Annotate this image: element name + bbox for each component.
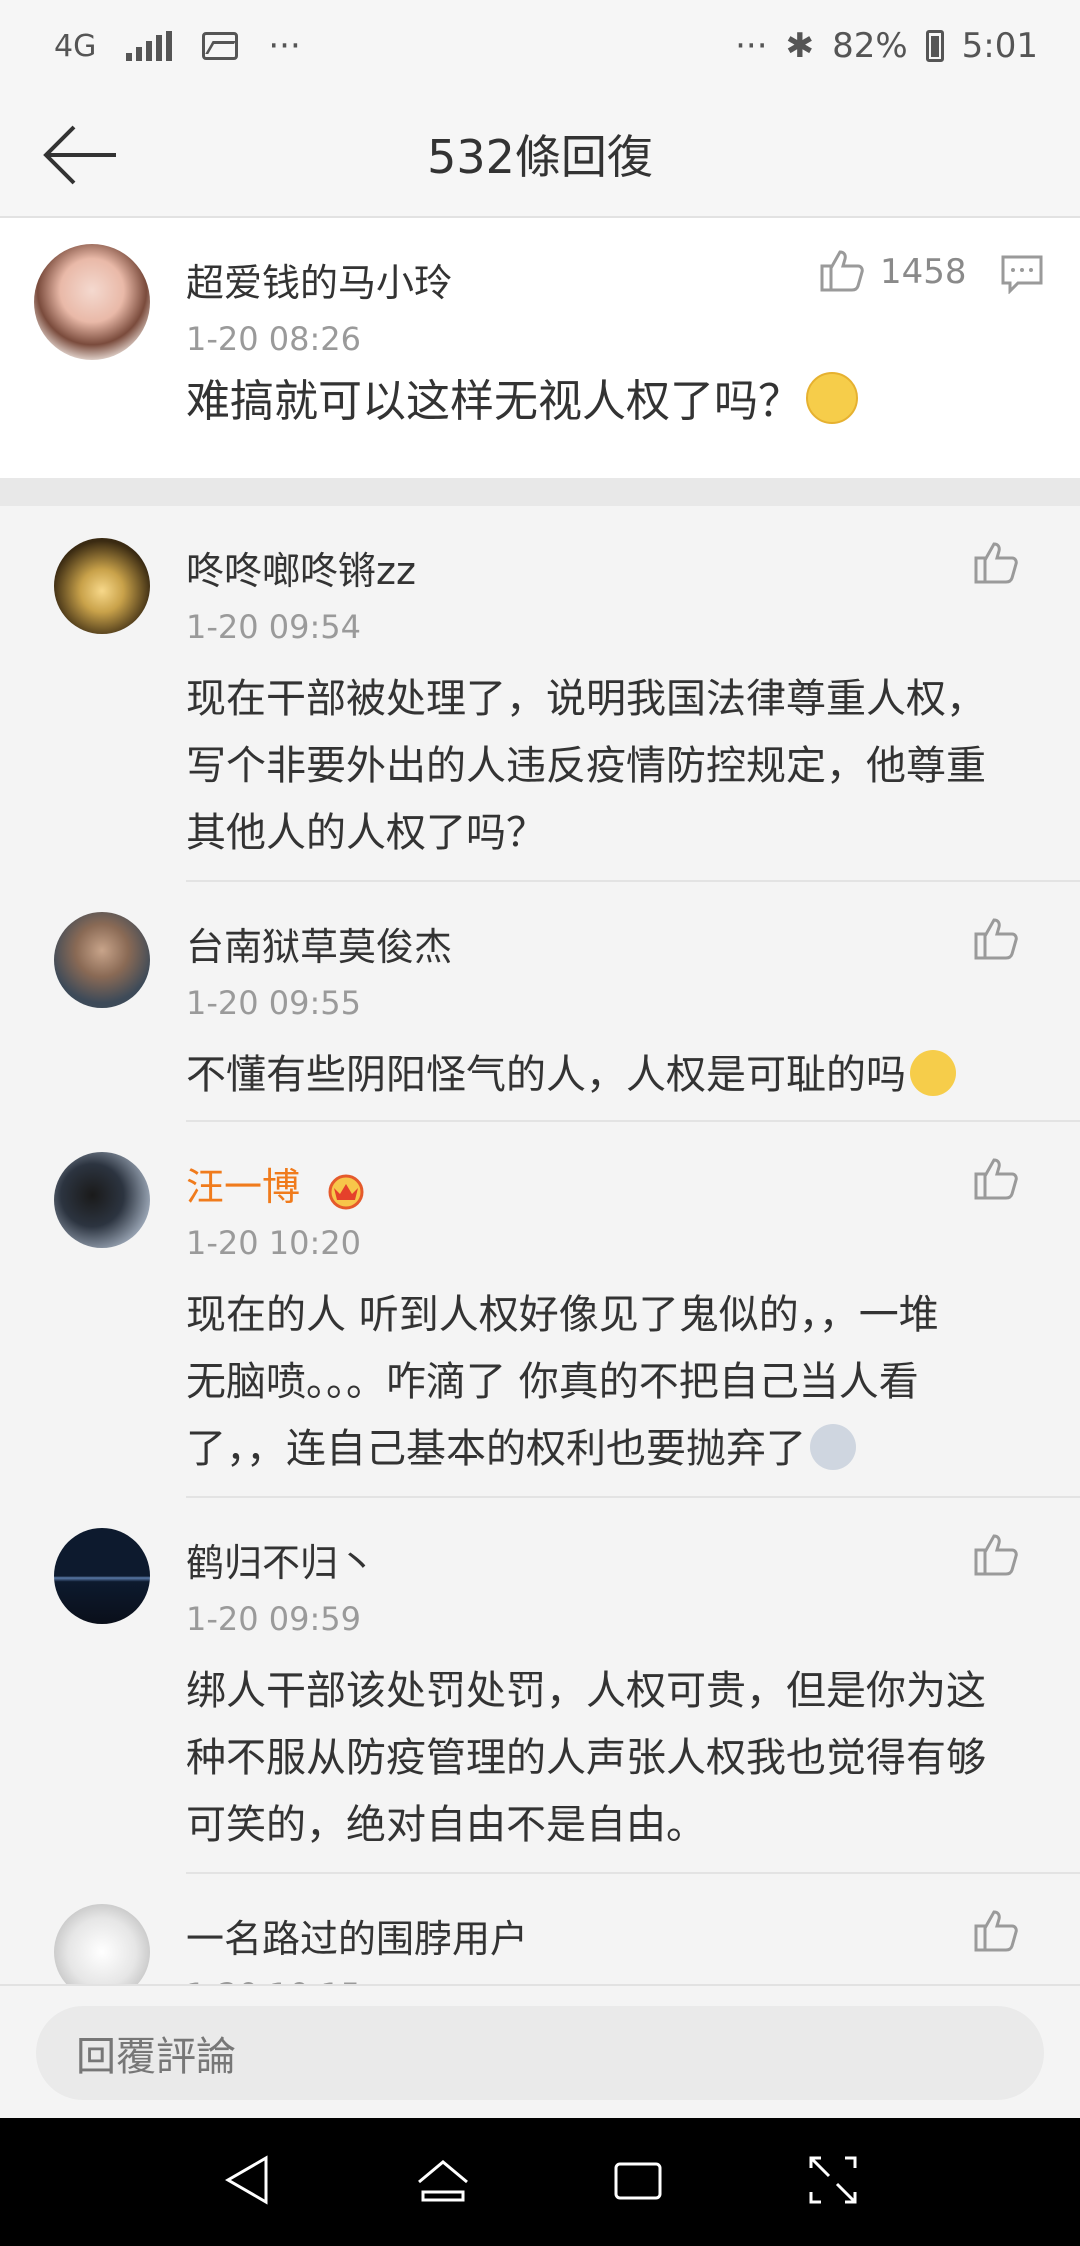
avatar[interactable]	[34, 244, 150, 360]
status-bar: 4G ··· ··· ✱ 82% 5:01	[0, 0, 1080, 92]
back-button[interactable]	[40, 120, 120, 190]
avatar[interactable]	[54, 538, 150, 634]
user-name[interactable]: 台南狱草莫俊杰	[186, 916, 452, 971]
user-name[interactable]: 鹤归不归丶	[186, 1532, 376, 1587]
avatar[interactable]	[54, 1904, 150, 1984]
reply-input[interactable]: 回覆評論	[36, 2006, 1044, 2100]
reply-bar: 回覆評論	[0, 1984, 1080, 2118]
nav-back-button[interactable]	[220, 2152, 276, 2212]
list-item: 一名路过的围脖用户 1-20 10:15	[0, 1874, 1080, 1984]
arrow-left-icon	[43, 125, 116, 185]
user-name[interactable]: 汪一博	[186, 1156, 368, 1211]
signal-icon	[126, 31, 173, 61]
user-name[interactable]: 咚咚啷咚锵zz	[186, 540, 416, 595]
expand-icon	[809, 2156, 856, 2204]
comment-time: 1-20 08:26	[186, 320, 362, 358]
thumbs-up-icon[interactable]	[972, 1154, 1020, 1202]
like-count: 1458	[880, 252, 967, 292]
avatar[interactable]	[54, 912, 150, 1008]
comment-time: 1-20 10:15	[186, 1976, 361, 1984]
home-icon	[417, 2160, 468, 2202]
avatar[interactable]	[54, 1152, 150, 1248]
bluetooth-icon: ✱	[785, 26, 815, 66]
battery-icon	[925, 30, 944, 62]
comment-icon[interactable]	[1000, 254, 1044, 295]
battery-percent: 82%	[832, 26, 908, 66]
comment-text: 不懂有些阴阳怪气的人，人权是可耻的吗	[186, 1042, 956, 1109]
comment-text: 绑人干部该处罚处罚，人权可贵，但是你为这 种不服从防疫管理的人声张人权我也觉得有…	[186, 1668, 986, 1848]
thumbs-up-icon[interactable]	[972, 914, 1020, 962]
page-title: 532條回復	[427, 130, 653, 184]
thumbs-up-icon[interactable]	[818, 246, 866, 294]
thumbs-up-icon[interactable]	[972, 1530, 1020, 1578]
comment-time: 1-20 09:59	[186, 1600, 362, 1638]
network-icon: 4G	[54, 28, 97, 64]
vip-crown-icon	[328, 1174, 364, 1209]
more-status-icon: ···	[735, 26, 768, 66]
section-divider	[0, 478, 1080, 506]
comment-time: 1-20 09:55	[186, 984, 362, 1022]
smirk-emoji	[910, 1050, 956, 1096]
nav-recents-button[interactable]	[610, 2152, 666, 2212]
crazy-face-emoji	[810, 1424, 856, 1470]
image-notification-icon	[202, 32, 239, 60]
user-name[interactable]: 一名路过的围脖用户	[186, 1908, 528, 1963]
avatar[interactable]	[54, 1528, 150, 1624]
thumbs-up-icon[interactable]	[972, 1906, 1020, 1954]
header: 532條回復	[0, 92, 1080, 218]
clock: 5:01	[961, 26, 1038, 66]
list-item: 咚咚啷咚锵zz 1-20 09:54 现在干部被处理了，说明我国法律尊重人权， …	[0, 506, 1080, 882]
list-item: 鹤归不归丶 1-20 09:59 绑人干部该处罚处罚，人权可贵，但是你为这 种不…	[0, 1498, 1080, 1874]
dizzy-face-emoji	[806, 372, 858, 424]
main-comment: 超爱钱的马小玲 1-20 08:26 1458 难搞就可以这样无视人权了吗？	[0, 218, 1080, 478]
triangle-back-icon	[224, 2155, 267, 2205]
thumbs-up-icon[interactable]	[972, 538, 1020, 586]
list-item: 台南狱草莫俊杰 1-20 09:55 不懂有些阴阳怪气的人，人权是可耻的吗	[0, 882, 1080, 1122]
comment-text: 现在的人 听到人权好像见了鬼似的，，一堆 无脑喷。。。咋滴了 你真的不把自己当人…	[186, 1292, 939, 1472]
more-notifications-icon: ···	[268, 26, 301, 66]
user-name[interactable]: 超爱钱的马小玲	[186, 252, 452, 307]
comment-time: 1-20 09:54	[186, 608, 362, 646]
recents-icon	[614, 2162, 661, 2200]
comment-time: 1-20 10:20	[186, 1224, 362, 1262]
nav-expand-button[interactable]	[805, 2152, 861, 2212]
nav-home-button[interactable]	[415, 2152, 471, 2212]
comment-text: 难搞就可以这样无视人权了吗？	[186, 368, 858, 435]
comment-text: 现在干部被处理了，说明我国法律尊重人权， 写个非要外出的人违反疫情防控规定，他尊…	[186, 676, 986, 856]
reply-list: 咚咚啷咚锵zz 1-20 09:54 现在干部被处理了，说明我国法律尊重人权， …	[0, 506, 1080, 1984]
list-item: 汪一博 1-20 10:20 现在的人 听到人权好像见了鬼似的，，一堆 无脑喷。…	[0, 1122, 1080, 1498]
system-nav-bar	[0, 2118, 1080, 2246]
